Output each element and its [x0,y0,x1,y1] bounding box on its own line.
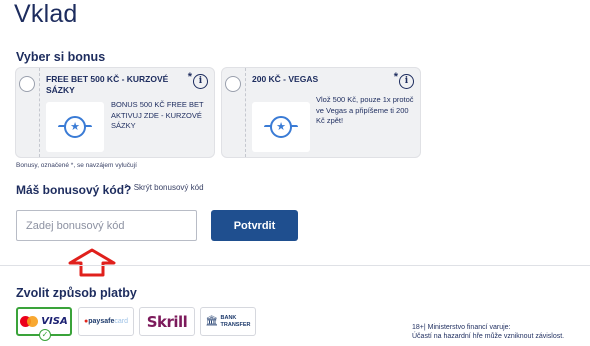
payment-section-label: Zvolit způsob platby [16,286,137,300]
promo-code-input[interactable] [16,210,197,241]
bonus-image [252,102,310,152]
bonus-card-title: FREE BET 500 KČ - KURZOVÉ SÁZKY [46,74,169,95]
paysafecard-logo: ●paysafecard [84,318,128,325]
payment-method-card[interactable]: VISA ✓ [16,307,72,341]
bonus-radio[interactable] [225,76,241,92]
star-badge-icon [64,116,86,138]
mastercard-logo-icon [20,316,39,327]
bonus-card-free-bet[interactable]: FREE BET 500 KČ - KURZOVÉ SÁZKY * i BONU… [15,67,215,158]
legal-line-1: 18+| Ministerstvo financí varuje: [412,324,511,331]
legal-warning: 18+| Ministerstvo financí varuje: Účastí… [412,323,584,341]
card-perforation [39,68,40,157]
legal-line-2: Účastí na hazardní hře může vzniknout zá… [412,333,565,340]
confirm-button[interactable]: Potvrdit [211,210,298,241]
bank-building-icon: 🏛 [205,316,219,327]
bank-transfer-logo: 🏛 BANK TRANSFER [205,315,251,328]
bonus-card-description: Vlož 500 Kč, pouze 1x protoč ve Vegas a … [316,95,414,125]
payment-method-bank-transfer[interactable]: 🏛 BANK TRANSFER [200,307,256,336]
skrill-logo: Skrill [146,312,188,331]
hide-promo-label: Skrýt bonusový kód [133,183,204,192]
bonus-card-description: BONUS 500 KČ FREE BET AKTIVUJ ZDE - KURZ… [111,100,204,130]
bonus-footnote: Bonusy, označené *, se navzájem vylučují [16,162,137,169]
exclusive-asterisk: * [393,71,398,83]
chevron-up-icon: ⌃ [123,183,130,192]
visa-logo: VISA [41,316,68,327]
bonus-radio[interactable] [19,76,35,92]
section-divider [0,265,590,266]
info-icon[interactable]: i [193,74,208,89]
card-perforation [245,68,246,157]
selected-check-icon: ✓ [39,329,51,341]
hide-promo-toggle[interactable]: ⌃ Skrýt bonusový kód [123,183,204,192]
bonus-section-label: Vyber si bonus [16,50,106,64]
payment-method-skrill[interactable]: Skrill [139,307,195,336]
exclusive-asterisk: * [187,71,192,83]
info-icon[interactable]: i [399,74,414,89]
page-title: Vklad [14,0,78,28]
star-badge-icon [270,116,292,138]
promo-code-question: Máš bonusový kód? [16,183,132,197]
annotation-arrow-icon [68,248,116,277]
bonus-card-title: 200 KČ - VEGAS [252,74,319,84]
bonus-image [46,102,104,152]
payment-method-paysafecard[interactable]: ●paysafecard [78,307,134,336]
bonus-card-vegas[interactable]: 200 KČ - VEGAS * i Vlož 500 Kč, pouze 1x… [221,67,421,158]
